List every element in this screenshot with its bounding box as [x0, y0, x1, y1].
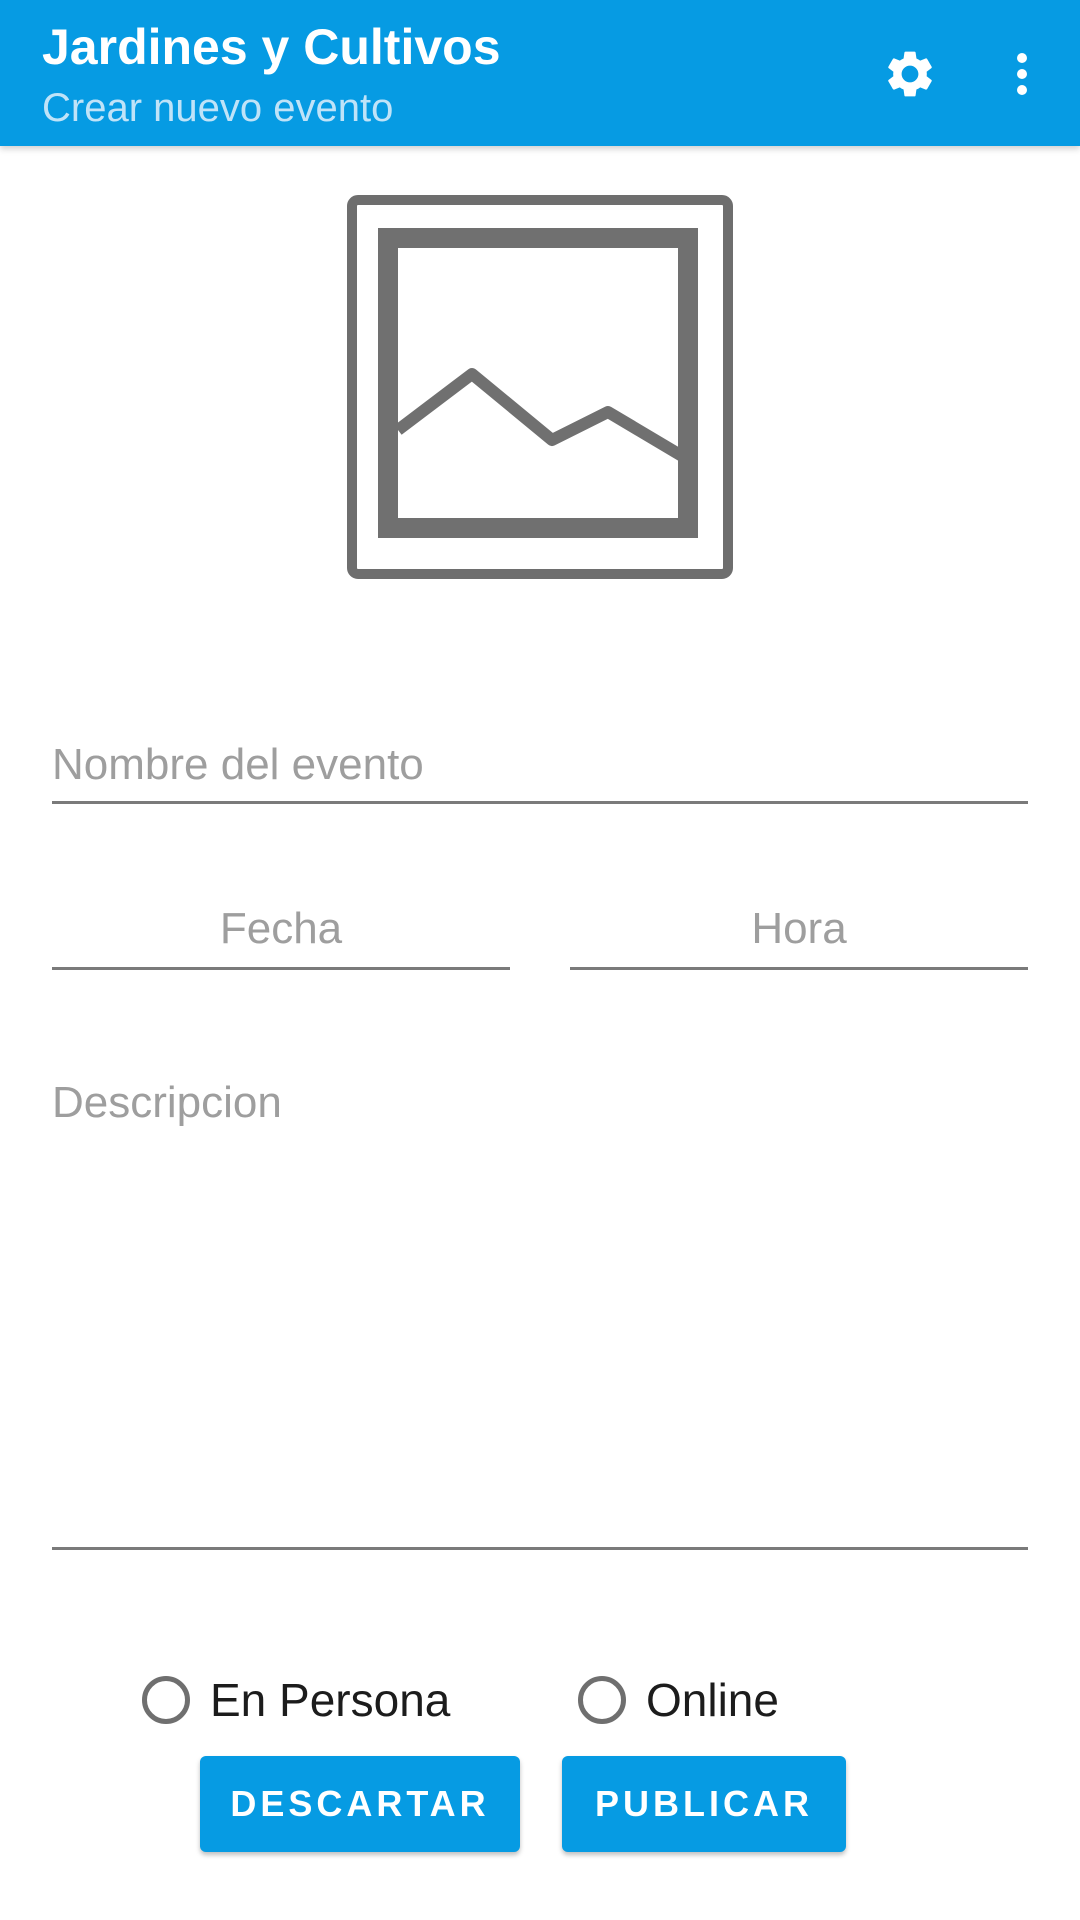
event-name-field[interactable]: Nombre del evento — [52, 740, 1028, 804]
discard-button[interactable]: DESCARTAR — [200, 1756, 520, 1852]
radio-online-label: Online — [646, 1674, 779, 1726]
description-field[interactable]: Descripcion — [52, 1078, 1028, 1550]
radio-in-person[interactable]: En Persona — [142, 1670, 450, 1730]
image-placeholder-icon — [347, 195, 733, 579]
date-field[interactable]: Fecha — [52, 904, 510, 970]
app-title: Jardines y Cultivos — [42, 19, 501, 75]
time-field[interactable]: Hora — [570, 904, 1028, 970]
app-subtitle: Crear nuevo evento — [42, 86, 394, 130]
gear-icon — [888, 51, 932, 97]
settings-button[interactable] — [876, 40, 944, 108]
publish-button[interactable]: PUBLICAR — [562, 1756, 846, 1852]
radio-online[interactable]: Online — [578, 1670, 779, 1730]
radio-unchecked-icon — [578, 1676, 626, 1724]
more-vertical-icon — [1017, 53, 1027, 95]
radio-in-person-label: En Persona — [210, 1674, 451, 1726]
app-bar: Jardines y Cultivos Crear nuevo evento — [0, 0, 1080, 146]
overflow-menu-button[interactable] — [990, 40, 1054, 108]
radio-unchecked-icon — [142, 1676, 190, 1724]
event-image-picker[interactable] — [342, 190, 738, 590]
